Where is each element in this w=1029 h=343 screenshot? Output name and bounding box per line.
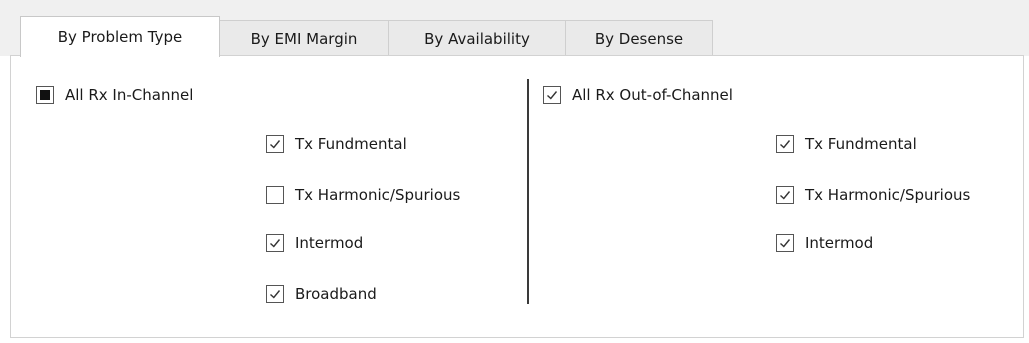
checkbox-empty-icon bbox=[266, 186, 284, 204]
all-rx-out-of-channel-checkbox[interactable]: All Rx Out-of-Channel bbox=[543, 86, 733, 104]
out-tx-fundmental-label: Tx Fundmental bbox=[805, 135, 917, 153]
in-intermod-label: Intermod bbox=[295, 234, 364, 252]
in-tx-harmonic-spurious-checkbox[interactable]: Tx Harmonic/Spurious bbox=[266, 186, 460, 204]
in-broadband-label: Broadband bbox=[295, 285, 377, 303]
in-tx-fundmental-label: Tx Fundmental bbox=[295, 135, 407, 153]
tab-by-emi-margin[interactable]: By EMI Margin bbox=[219, 20, 389, 56]
out-tx-harmonic-spurious-checkbox[interactable]: Tx Harmonic/Spurious bbox=[776, 186, 970, 204]
tab-strip: By Problem Type By EMI Margin By Availab… bbox=[0, 0, 1029, 57]
all-rx-in-channel-label: All Rx In-Channel bbox=[65, 86, 194, 104]
out-intermod-label: Intermod bbox=[805, 234, 874, 252]
checkbox-indeterminate-icon bbox=[36, 86, 54, 104]
checkmark-icon bbox=[776, 234, 794, 252]
all-rx-out-of-channel-label: All Rx Out-of-Channel bbox=[572, 86, 733, 104]
tab-label: By EMI Margin bbox=[250, 29, 358, 48]
tab-label: By Availability bbox=[424, 29, 530, 48]
in-tx-fundmental-checkbox[interactable]: Tx Fundmental bbox=[266, 135, 407, 153]
checkmark-icon bbox=[776, 186, 794, 204]
all-rx-in-channel-checkbox[interactable]: All Rx In-Channel bbox=[36, 86, 193, 104]
in-broadband-checkbox[interactable]: Broadband bbox=[266, 285, 377, 303]
group-divider bbox=[527, 79, 529, 304]
tab-by-availability[interactable]: By Availability bbox=[388, 20, 566, 56]
out-tx-fundmental-checkbox[interactable]: Tx Fundmental bbox=[776, 135, 917, 153]
tab-label: By Desense bbox=[594, 29, 684, 48]
out-intermod-checkbox[interactable]: Intermod bbox=[776, 234, 873, 252]
checkmark-icon bbox=[266, 285, 284, 303]
in-intermod-checkbox[interactable]: Intermod bbox=[266, 234, 363, 252]
tab-row: By Problem Type By EMI Margin By Availab… bbox=[20, 16, 713, 57]
problem-type-panel: All Rx In-Channel Tx Fundmental Tx Harmo… bbox=[10, 55, 1024, 338]
tab-by-problem-type[interactable]: By Problem Type bbox=[20, 16, 220, 57]
tab-label: By Problem Type bbox=[57, 28, 183, 46]
checkmark-icon bbox=[266, 135, 284, 153]
out-tx-harmonic-spurious-label: Tx Harmonic/Spurious bbox=[805, 186, 971, 204]
checkmark-icon bbox=[543, 86, 561, 104]
in-tx-harmonic-spurious-label: Tx Harmonic/Spurious bbox=[295, 186, 461, 204]
checkmark-icon bbox=[776, 135, 794, 153]
tab-by-desense[interactable]: By Desense bbox=[565, 20, 713, 56]
checkmark-icon bbox=[266, 234, 284, 252]
